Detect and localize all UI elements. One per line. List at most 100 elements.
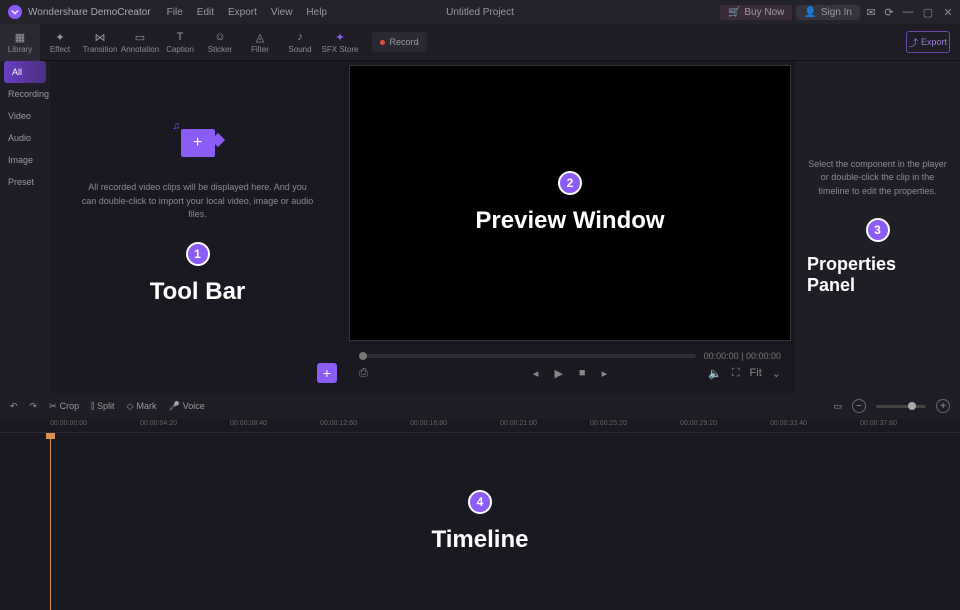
titlebar: Wondershare DemoCreator File Edit Export… [0,0,960,24]
sidebar-image[interactable]: Image [0,149,50,171]
notifications-icon[interactable]: ⟳ [882,5,896,19]
playhead[interactable] [50,433,51,610]
user-icon: 👤 [804,7,816,18]
menu-edit[interactable]: Edit [197,7,214,18]
tab-caption[interactable]: TCaption [160,24,200,61]
ruler-tick: 00:00:08:40 [230,420,267,427]
prev-frame-button[interactable]: ◂ [533,367,539,380]
menu-file[interactable]: File [167,7,183,18]
ruler-tick: 00:00:37:60 [860,420,897,427]
music-note-icon: ♫ [173,121,181,132]
menu-bar: File Edit Export View Help [167,7,327,18]
time-duration: 00:00:00 [746,351,781,361]
buy-now-button[interactable]: 🛒Buy Now [720,5,792,20]
chevron-down-icon[interactable]: ⌄ [772,367,781,380]
time-current: 00:00:00 [704,351,739,361]
crop-button[interactable]: ✂ Crop [49,401,79,412]
annotation-badge-1: 1 [186,242,210,266]
titlebar-right: 🛒Buy Now 👤Sign In ✉ ⟳ — ▢ ✕ [720,4,960,20]
project-title: Untitled Project [446,7,514,18]
zoom-in-button[interactable]: + [936,399,950,413]
preview-panel: 2 Preview Window 00:00:00 | 00:00:00 ⎙ ◂… [345,61,795,393]
signin-button[interactable]: 👤Sign In [796,5,860,20]
minimize-button[interactable]: — [900,4,916,20]
tab-filter[interactable]: ◬Filter [240,24,280,61]
undo-button[interactable]: ↶ [10,401,18,412]
preview-controls: 00:00:00 | 00:00:00 ⎙ ◂ ▶ ■ ▸ 🔈 ⛶ Fit ⌄ [349,341,791,389]
folder-icon: + [181,129,215,157]
add-media-button[interactable]: + [317,363,337,383]
volume-button[interactable]: 🔈 [708,367,722,380]
annotation-badge-3: 3 [866,218,890,242]
sidebar-all[interactable]: All [4,61,46,83]
timeline-area: ↶ ↷ ✂ Crop ⫿ Split ◇ Mark 🎤 Voice ▭ − + … [0,393,960,610]
tab-annotation[interactable]: ▭Annotation [120,24,160,61]
sidebar-audio[interactable]: Audio [0,127,50,149]
ruler-tick: 00:00:00:00 [50,420,87,427]
sidebar-video[interactable]: Video [0,105,50,127]
main-area: All Recording Video Audio Image Preset ♫… [0,61,960,393]
annotation-badge-4: 4 [468,490,492,514]
stop-button[interactable]: ■ [579,367,586,379]
properties-hint: Select the component in the player or do… [807,158,948,199]
mail-icon[interactable]: ✉ [864,5,878,19]
annotation-badge-2: 2 [558,171,582,195]
ruler-tick: 00:00:04:20 [140,420,177,427]
split-button[interactable]: ⫿ Split [91,401,114,412]
library-content: ♫ + All recorded video clips will be dis… [50,61,345,393]
sticker-icon: ☺ [213,30,227,44]
tab-library[interactable]: ▦Library [0,24,40,61]
seek-bar[interactable] [359,354,696,358]
effect-icon: ✦ [53,30,67,44]
timeline-tracks[interactable]: 4 Timeline [0,433,960,610]
timeline-ruler[interactable]: 00:00:00:00 00:00:04:20 00:00:08:40 00:0… [0,419,960,433]
record-button[interactable]: Record⌄ [372,32,427,52]
next-frame-button[interactable]: ▸ [602,367,608,380]
library-hint: All recorded video clips will be display… [50,181,345,222]
ruler-tick: 00:00:33:40 [770,420,807,427]
fullscreen-button[interactable]: ⛶ [732,367,740,380]
export-icon: ⤴ [909,36,918,49]
import-media-icon[interactable]: ♫ + [173,121,223,161]
ruler-tick: 00:00:29:20 [680,420,717,427]
mark-button[interactable]: ◇ Mark [127,401,157,412]
tab-effect[interactable]: ✦Effect [40,24,80,61]
sound-icon: ♪ [293,30,307,44]
ruler-tick: 00:00:25:20 [590,420,627,427]
export-button[interactable]: ⤴Export [906,31,950,53]
filter-icon: ◬ [253,30,267,44]
tab-sfx[interactable]: ✦SFX Store [320,24,360,61]
sidebar: All Recording Video Audio Image Preset [0,61,50,393]
menu-view[interactable]: View [271,7,293,18]
sidebar-preset[interactable]: Preset [0,171,50,193]
snapshot-button[interactable]: ⎙ [359,367,368,380]
maximize-button[interactable]: ▢ [920,4,936,20]
app-logo-icon [8,5,22,19]
voice-button[interactable]: 🎤 Voice [168,401,204,412]
zoom-out-button[interactable]: − [852,399,866,413]
ruler-tick: 00:00:21:00 [500,420,537,427]
library-icon: ▦ [13,30,27,44]
zoom-handle[interactable] [908,402,916,410]
play-button[interactable]: ▶ [554,367,562,380]
tab-transition[interactable]: ⋈Transition [80,24,120,61]
aspect-button[interactable]: ▭ [833,401,842,412]
tab-sound[interactable]: ♪Sound [280,24,320,61]
preview-viewport[interactable]: 2 Preview Window [349,65,791,341]
annotation-title-4: Timeline [432,526,529,554]
zoom-slider[interactable] [876,405,926,408]
seek-handle[interactable] [359,352,367,360]
properties-panel: Select the component in the player or do… [795,61,960,393]
chevron-down-icon: ⌄ [414,38,421,47]
sidebar-recording[interactable]: Recording [0,83,50,105]
fit-dropdown[interactable]: Fit [750,367,762,379]
menu-help[interactable]: Help [306,7,327,18]
annotation-icon: ▭ [133,30,147,44]
menu-export[interactable]: Export [228,7,257,18]
close-button[interactable]: ✕ [940,4,956,20]
cart-icon: 🛒 [728,7,740,18]
toolbar: ▦Library ✦Effect ⋈Transition ▭Annotation… [0,24,960,61]
redo-button[interactable]: ↷ [30,401,38,412]
left-panel: All Recording Video Audio Image Preset ♫… [0,61,345,393]
tab-sticker[interactable]: ☺Sticker [200,24,240,61]
